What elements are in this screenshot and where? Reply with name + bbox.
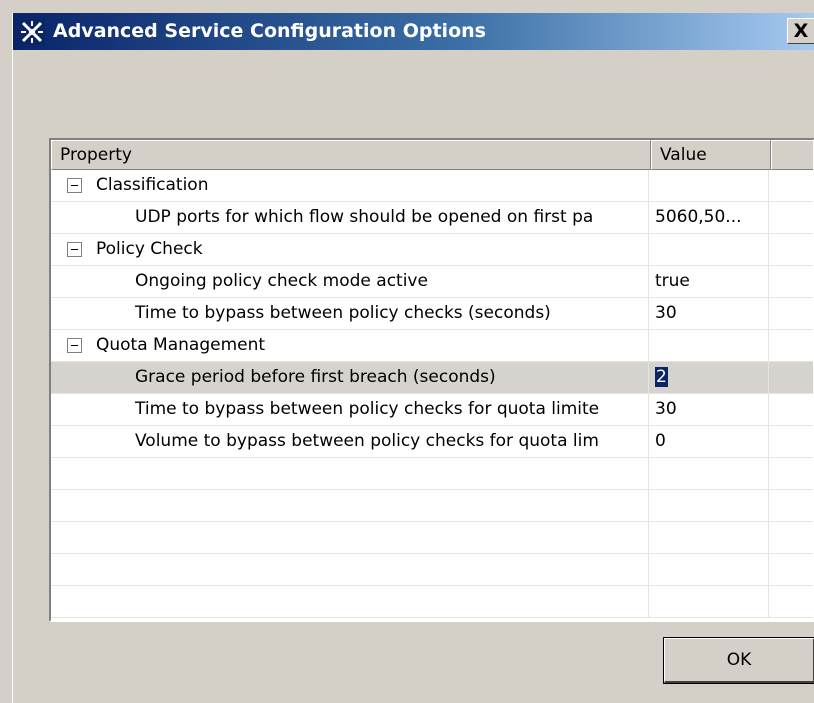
property-cell	[51, 458, 649, 489]
value-cell[interactable]: 0	[649, 426, 769, 457]
group-label: Policy Check	[96, 239, 203, 259]
extra-cell	[769, 394, 813, 425]
extra-cell	[769, 266, 813, 297]
empty-row	[51, 458, 813, 490]
table-row[interactable]: Ongoing policy check mode active true	[51, 266, 813, 298]
group-row[interactable]: Policy Check	[51, 234, 813, 266]
column-header-value[interactable]: Value	[651, 140, 771, 170]
property-label: Ongoing policy check mode active	[135, 271, 428, 291]
column-header-extra[interactable]	[771, 140, 813, 170]
property-label: Time to bypass between policy checks (se…	[135, 303, 551, 323]
value-cell	[649, 330, 769, 361]
property-cell	[51, 490, 649, 521]
property-cell: Ongoing policy check mode active	[51, 266, 649, 297]
close-icon: X	[793, 19, 809, 42]
group-row[interactable]: Quota Management	[51, 330, 813, 362]
property-label: Time to bypass between policy checks for…	[135, 399, 600, 419]
value-text: 30	[655, 399, 677, 419]
extra-cell	[769, 234, 813, 265]
table-row[interactable]: Time to bypass between policy checks (se…	[51, 298, 813, 330]
table-row[interactable]: Time to bypass between policy checks for…	[51, 394, 813, 426]
value-cell[interactable]: 30	[649, 298, 769, 329]
plugin-icon	[19, 19, 45, 45]
value-cell	[649, 522, 769, 553]
collapse-icon[interactable]	[67, 178, 82, 193]
close-button[interactable]: X	[787, 18, 814, 44]
group-label: Quota Management	[96, 335, 266, 355]
property-label: Volume to bypass between policy checks f…	[135, 431, 599, 451]
extra-cell	[769, 458, 813, 489]
value-cell[interactable]: 5060,50...	[649, 202, 769, 233]
extra-cell	[769, 330, 813, 361]
value-cell	[649, 586, 769, 617]
property-table[interactable]: Property Value Classification UDP ports f…	[49, 138, 814, 622]
value-cell	[649, 170, 769, 201]
property-cell: Volume to bypass between policy checks f…	[51, 426, 649, 457]
property-cell: Time to bypass between policy checks (se…	[51, 298, 649, 329]
extra-cell	[769, 522, 813, 553]
property-cell: Quota Management	[51, 330, 649, 361]
value-cell[interactable]: 30	[649, 394, 769, 425]
extra-cell	[769, 426, 813, 457]
value-cell[interactable]: true	[649, 266, 769, 297]
empty-row	[51, 490, 813, 522]
extra-cell	[769, 170, 813, 201]
property-cell: Grace period before first breach (second…	[51, 362, 649, 393]
group-row[interactable]: Classification	[51, 170, 813, 202]
title-bar[interactable]: Advanced Service Configuration Options X	[13, 13, 814, 50]
collapse-icon[interactable]	[67, 242, 82, 257]
extra-cell	[769, 362, 813, 393]
table-row[interactable]: Volume to bypass between policy checks f…	[51, 426, 813, 458]
group-label: Classification	[96, 175, 209, 195]
value-cell	[649, 458, 769, 489]
extra-cell	[769, 202, 813, 233]
window-title: Advanced Service Configuration Options	[53, 20, 486, 42]
value-editor[interactable]: 2	[655, 367, 668, 387]
value-cell	[649, 554, 769, 585]
table-body: Classification UDP ports for which flow s…	[51, 170, 813, 618]
extra-cell	[769, 298, 813, 329]
ok-button[interactable]: OK	[663, 637, 814, 684]
value-cell	[649, 234, 769, 265]
property-cell: Policy Check	[51, 234, 649, 265]
table-row[interactable]: UDP ports for which flow should be opene…	[51, 202, 813, 234]
property-cell: Time to bypass between policy checks for…	[51, 394, 649, 425]
empty-row	[51, 522, 813, 554]
table-header: Property Value	[51, 140, 813, 170]
value-cell[interactable]: 2	[649, 362, 769, 393]
dialog-window: Advanced Service Configuration Options X…	[12, 13, 814, 703]
property-cell: Classification	[51, 170, 649, 201]
property-label: UDP ports for which flow should be opene…	[135, 207, 594, 227]
property-cell	[51, 522, 649, 553]
property-label: Grace period before first breach (second…	[135, 367, 496, 387]
extra-cell	[769, 586, 813, 617]
table-row[interactable]: Grace period before first breach (second…	[51, 362, 813, 394]
extra-cell	[769, 554, 813, 585]
property-cell: UDP ports for which flow should be opene…	[51, 202, 649, 233]
value-text: 30	[655, 303, 677, 323]
value-text: true	[655, 271, 690, 291]
value-cell	[649, 490, 769, 521]
collapse-icon[interactable]	[67, 338, 82, 353]
empty-row	[51, 586, 813, 618]
property-cell	[51, 586, 649, 617]
column-header-property[interactable]: Property	[51, 140, 651, 170]
empty-row	[51, 554, 813, 586]
extra-cell	[769, 490, 813, 521]
value-text: 5060,50...	[655, 207, 742, 227]
value-text: 0	[655, 431, 666, 451]
property-cell	[51, 554, 649, 585]
